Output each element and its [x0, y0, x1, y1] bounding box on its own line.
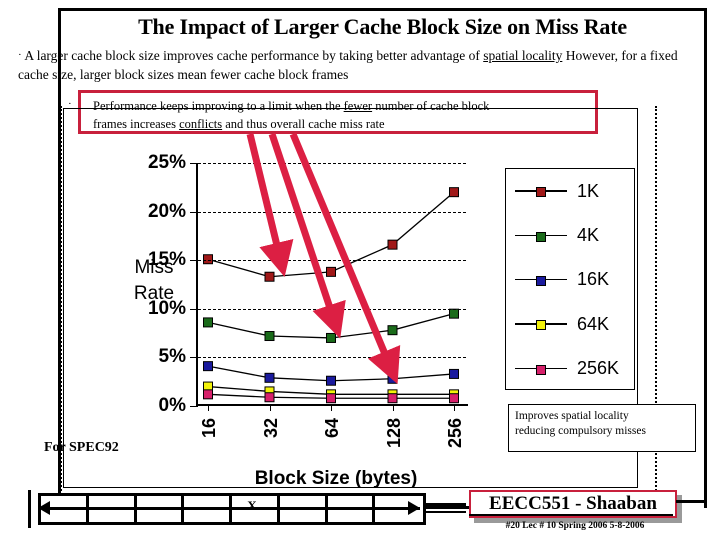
footer-badge-text: EECC551 - Shaaban — [489, 493, 657, 514]
x-axis-tick-label: 128 — [383, 418, 404, 449]
chart-legend: 1K 4K 16K 64K 256K — [505, 168, 635, 390]
data-point-4K-256 — [449, 308, 459, 319]
data-point-256K-128 — [387, 393, 398, 404]
legend-label: 256K — [577, 358, 620, 379]
intro-bullet-text-a: A larger cache block size improves cache… — [24, 48, 484, 63]
x-axis-title: Block Size (bytes) — [254, 468, 418, 489]
gridline — [198, 211, 466, 213]
page-title: The Impact of Larger Cache Block Size on… — [138, 14, 627, 39]
y-axis-tick — [190, 260, 198, 262]
x-axis-tick-label: 64 — [322, 418, 342, 439]
legend-label: 4K — [577, 225, 600, 246]
strip-arrow-line — [44, 507, 420, 510]
gridline — [198, 163, 466, 164]
x-axis-tick — [392, 404, 394, 411]
legend-marker-icon — [536, 275, 546, 286]
bullet-marker: · — [18, 49, 22, 61]
legend-item-4K[interactable]: 4K — [506, 213, 634, 257]
legend-marker-icon — [536, 320, 546, 331]
note-line-2: reducing compulsory misses — [515, 425, 646, 437]
data-point-16K-256 — [449, 368, 459, 379]
x-axis-tick — [454, 404, 455, 411]
data-point-256K-16 — [203, 389, 213, 400]
data-point-16K-128 — [387, 373, 398, 384]
data-point-4K-128 — [387, 325, 398, 336]
y-axis-tick-label: 25% — [147, 152, 186, 173]
legend-marker-icon — [536, 364, 546, 375]
note-line-1: Improves spatial locality — [515, 410, 629, 422]
legend-label: 1K — [577, 180, 600, 201]
slide-canvas: The Impact of Larger Cache Block Size on… — [0, 0, 720, 540]
data-point-4K-64 — [326, 332, 336, 343]
intro-bullet-underlined: spatial locality — [483, 48, 563, 63]
series-line-1K — [207, 191, 455, 278]
data-point-16K-32 — [264, 372, 275, 383]
slide-frame-top — [58, 8, 707, 11]
data-point-16K-16 — [203, 361, 213, 372]
legend-swatch-4K — [515, 229, 567, 243]
gridline — [198, 357, 466, 359]
gridline — [198, 260, 466, 262]
y-axis-tick-label: 10% — [147, 297, 186, 319]
strip-left-arrow-icon — [38, 501, 50, 515]
y-axis-tick-label: 15% — [147, 249, 186, 271]
x-axis-tick-label: 256 — [445, 418, 465, 449]
legend-label: 16K — [577, 269, 610, 290]
data-point-4K-32 — [264, 331, 275, 342]
legend-item-1K[interactable]: 1K — [506, 169, 634, 213]
y-axis-tick — [190, 357, 198, 359]
legend-marker-icon — [536, 231, 546, 242]
legend-item-16K[interactable]: 16K — [506, 258, 634, 302]
strip-left-cap — [28, 490, 31, 528]
x-axis-tick-label: 32 — [260, 418, 281, 439]
legend-item-256K[interactable]: 256K — [506, 347, 634, 391]
x-axis-tick — [269, 404, 271, 411]
y-axis-tick — [190, 406, 198, 407]
data-point-1K-32 — [264, 271, 275, 282]
y-axis-tick — [190, 308, 198, 310]
data-point-256K-256 — [449, 393, 459, 404]
data-point-4K-16 — [203, 317, 213, 328]
spec92-label: For SPEC92 — [44, 440, 119, 455]
chart-series-layer — [203, 187, 459, 404]
data-point-16K-64 — [326, 375, 336, 386]
y-axis-tick — [190, 163, 198, 164]
legend-marker-icon — [536, 187, 546, 198]
y-axis-tick-label: 20% — [147, 200, 186, 222]
chart-plot-area: 0% 5% 10% 15% 20% 25% 16 32 64 128 256 — [148, 152, 468, 448]
y-axis-tick-label: 5% — [158, 346, 186, 368]
legend-label: 64K — [577, 313, 610, 334]
data-point-1K-128 — [387, 239, 398, 250]
data-point-256K-64 — [326, 393, 336, 404]
footer-badge-underline — [469, 514, 673, 516]
y-axis-tick-label: 0% — [158, 395, 186, 416]
legend-swatch-16K — [515, 273, 567, 287]
y-axis-tick — [190, 211, 198, 213]
legend-swatch-64K — [515, 317, 567, 331]
footer-meta: #20 Lec # 10 Spring 2006 5-8-2006 — [505, 521, 645, 531]
data-point-1K-256 — [449, 187, 459, 198]
legend-swatch-256K — [515, 362, 567, 376]
x-axis-tick — [208, 404, 209, 411]
footer-badge-lead-line — [426, 506, 472, 509]
footer-right-hook — [676, 500, 706, 503]
gridline — [198, 308, 466, 310]
legend-swatch-1K — [515, 184, 567, 198]
spatial-locality-note: Improves spatial locality reducing compu… — [508, 404, 696, 452]
strip-right-arrow-icon — [408, 501, 420, 515]
x-axis-tick-label: 16 — [199, 418, 219, 439]
x-axis-tick — [331, 404, 332, 411]
strip-tail-bottom — [424, 511, 466, 513]
intro-bullet: · A larger cache block size improves cac… — [18, 46, 708, 84]
legend-item-64K[interactable]: 64K — [506, 302, 634, 346]
data-point-256K-32 — [264, 392, 275, 403]
data-point-1K-64 — [326, 266, 336, 277]
